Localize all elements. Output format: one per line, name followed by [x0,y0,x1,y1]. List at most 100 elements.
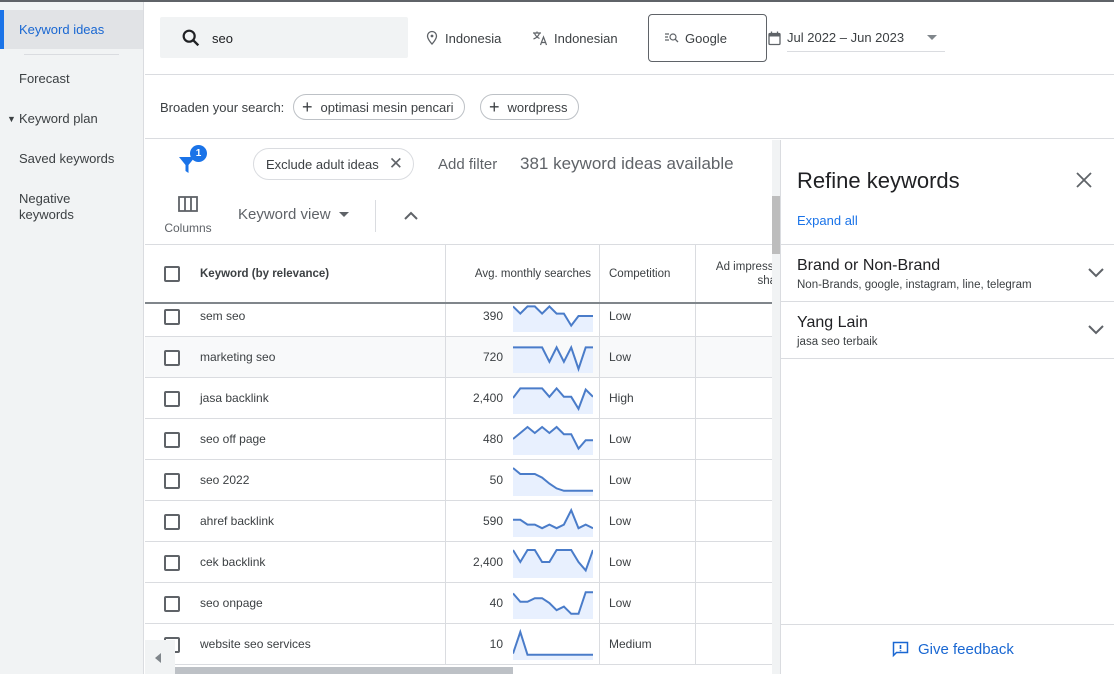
scrollbar-thumb[interactable] [772,196,780,254]
row-checkbox[interactable] [164,555,180,571]
table-toolbar: Columns Keyword view [145,190,772,245]
close-icon[interactable]: ✕ [389,154,403,174]
chevron-up-icon[interactable] [401,206,421,226]
avg-searches-cell: 590 [445,501,600,542]
competition-cell: Low [600,419,696,460]
filter-count-badge: 1 [190,145,207,162]
give-feedback-button[interactable]: Give feedback [892,641,1014,658]
header: Indonesia Indonesian Google Jul 2022 – J… [145,2,1114,75]
feedback-icon [892,641,909,658]
search-icon [182,29,200,47]
column-header-line: sha [757,274,772,287]
avg-searches-value: 720 [482,350,503,364]
chevron-down-icon [1088,268,1104,278]
column-header-avg-monthly-searches[interactable]: Avg. monthly searches [445,245,600,302]
refine-section-brand[interactable]: Brand or Non-Brand Non-Brands, google, i… [781,244,1114,301]
avg-searches-value: 590 [482,514,503,528]
plus-icon: + [302,97,313,117]
avg-searches-cell: 2,400 [445,378,600,419]
sidebar-item-keyword-ideas[interactable]: Keyword ideas [0,10,143,49]
date-range-selector[interactable]: Jul 2022 – Jun 2023 [768,16,946,60]
search-network-icon [665,33,679,43]
sidebar-item-forecast[interactable]: Forecast [0,71,143,87]
column-header-keyword[interactable]: Keyword (by relevance) [200,245,329,302]
search-box[interactable] [160,17,408,58]
calendar-icon [768,31,781,45]
network-selector[interactable]: Google [648,14,767,62]
keyword-view-label: Keyword view [238,206,331,223]
table-row[interactable]: website seo services 10 Medium [145,624,772,665]
avg-searches-value: 50 [489,473,503,487]
translate-icon [533,31,548,46]
keyword-ideas-count: 381 keyword ideas available [520,154,734,173]
sidebar-item-negative-keywords[interactable]: Negative keywords [0,191,90,223]
avg-searches-value: 10 [489,637,503,651]
row-checkbox[interactable] [164,309,180,325]
avg-searches-value: 40 [489,596,503,610]
broaden-chip[interactable]: + wordpress [480,94,580,120]
row-checkbox[interactable] [164,473,180,489]
close-icon[interactable] [1075,171,1093,189]
search-input[interactable] [212,27,392,49]
avg-searches-cell: 2,400 [445,542,600,583]
broaden-chip-label: optimasi mesin pencari [320,99,454,115]
broaden-label: Broaden your search: [160,100,285,115]
arrow-left-icon [155,653,161,663]
table-row[interactable]: seo 2022 50 Low [145,460,772,501]
scrollbar-thumb[interactable] [175,667,513,674]
section-title: Brand or Non-Brand [797,257,941,274]
trend-sparkline [513,304,593,332]
network-label: Google [685,30,727,46]
refine-title: Refine keywords [797,168,960,193]
trend-sparkline [513,344,593,373]
language-label: Indonesian [554,30,618,46]
horizontal-scrollbar[interactable] [145,666,772,674]
location-selector[interactable]: Indonesia [425,16,501,60]
competition-cell: Low [600,542,696,583]
column-header-competition[interactable]: Competition [600,245,696,302]
broaden-chip[interactable]: + optimasi mesin pencari [293,94,466,120]
refine-section-other[interactable]: Yang Lain jasa seo terbaik [781,301,1114,358]
filter-chip-exclude-adult[interactable]: Exclude adult ideas ✕ [253,148,414,180]
vertical-scrollbar[interactable] [772,140,780,674]
row-checkbox[interactable] [164,391,180,407]
avg-searches-value: 480 [482,432,503,446]
trend-sparkline [513,628,593,660]
table-row[interactable]: ahref backlink 590 Low [145,501,772,542]
avg-searches-cell: 480 [445,419,600,460]
avg-searches-cell: 50 [445,460,600,501]
expand-all-link[interactable]: Expand all [797,213,858,228]
select-all-checkbox[interactable] [164,266,180,282]
trend-sparkline [513,507,593,537]
keyword-cell: seo 2022 [200,473,250,487]
broaden-chip-label: wordpress [507,99,568,115]
trend-sparkline [513,549,593,578]
language-selector[interactable]: Indonesian [532,16,618,60]
table-row[interactable]: marketing seo 720 Low [145,337,772,378]
keyword-view-dropdown[interactable]: Keyword view [238,206,349,223]
row-checkbox[interactable] [164,514,180,530]
keyword-cell: jasa backlink [200,391,269,405]
keyword-cell: marketing seo [200,350,276,364]
avg-searches-cell: 40 [445,583,600,624]
give-feedback-label: Give feedback [918,641,1014,658]
avg-searches-cell: 10 [445,624,600,665]
add-filter-button[interactable]: Add filter [438,156,497,173]
table-row[interactable]: cek backlink 2,400 Low [145,542,772,583]
keyword-cell: seo off page [200,432,266,446]
sidebar-item-saved-keywords[interactable]: Saved keywords [0,151,143,167]
columns-button[interactable]: Columns [161,196,215,235]
table-row[interactable]: seo onpage 40 Low [145,583,772,624]
table-row[interactable]: seo off page 480 Low [145,419,772,460]
row-checkbox[interactable] [164,350,180,366]
keyword-table: sem seo 390 Low marketing seo 720 Low jasa bac… [145,245,772,665]
column-header-ad-impression-share[interactable]: Ad impressi sha [696,245,772,302]
keyword-cell: sem seo [200,309,246,323]
table-row[interactable]: jasa backlink 2,400 High [145,378,772,419]
sidebar-item-keyword-plan[interactable]: Keyword plan [0,111,143,127]
row-checkbox[interactable] [164,596,180,612]
scroll-left-button[interactable] [145,640,175,674]
row-checkbox[interactable] [164,432,180,448]
plus-icon: + [489,97,500,117]
location-label: Indonesia [445,30,502,46]
